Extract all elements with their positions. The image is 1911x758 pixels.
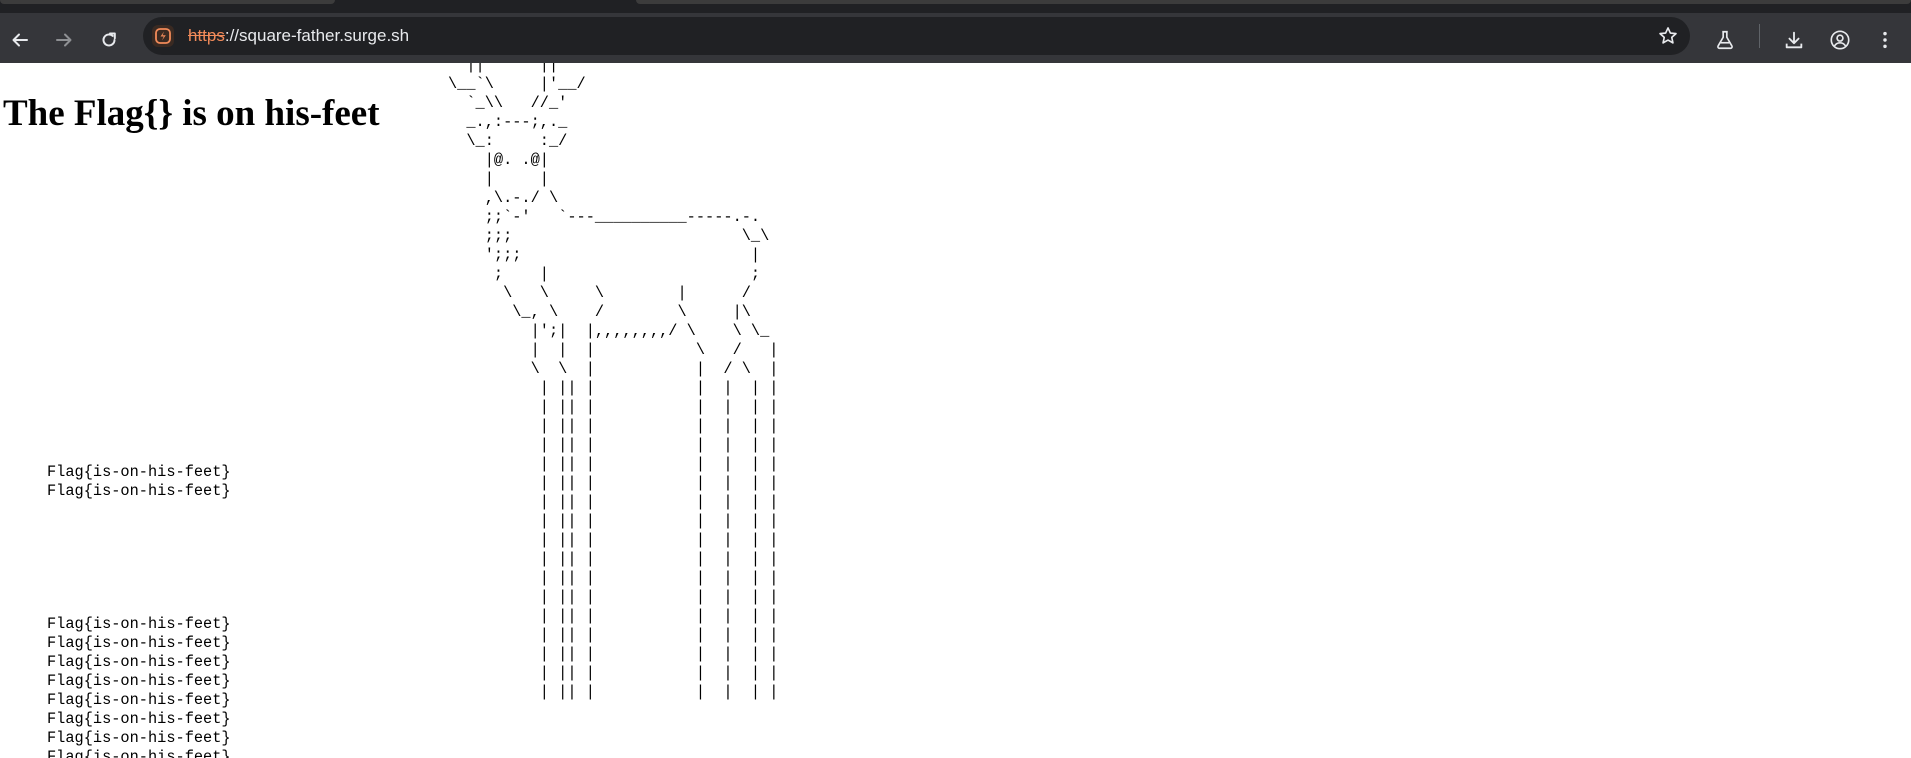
download-icon [1785, 31, 1803, 49]
flag-line: Flag{is-on-his-feet} [47, 615, 231, 633]
back-button[interactable] [2, 22, 38, 58]
inactive-tab-edge[interactable] [636, 0, 1911, 4]
flag-line: Flag{is-on-his-feet} [47, 729, 231, 747]
forward-button[interactable] [46, 22, 82, 58]
bookmark-button[interactable] [1656, 24, 1680, 48]
flag-line: Flag{is-on-his-feet} [47, 482, 231, 500]
star-icon [1659, 27, 1677, 44]
toolbar-divider [1759, 24, 1760, 48]
flag-spacer [47, 501, 231, 615]
arrow-right-icon [56, 33, 72, 47]
flag-line: Flag{is-on-his-feet} [47, 653, 231, 671]
reload-button[interactable] [91, 22, 127, 58]
address-bar[interactable]: https://square-father.surge.sh [143, 17, 1690, 55]
kebab-menu-icon [1883, 31, 1887, 49]
site-info-button[interactable] [152, 25, 174, 47]
flag-group-2: Flag{is-on-his-feet} Flag{is-on-his-feet}… [47, 615, 231, 758]
profile-button[interactable] [1822, 22, 1858, 58]
page-title: The Flag{} is on his-feet [3, 93, 380, 134]
url-host: ://square-father.surge.sh [224, 26, 410, 45]
url-scheme: https [188, 26, 225, 45]
flag-line: Flag{is-on-his-feet} [47, 672, 231, 690]
flag-line: Flag{is-on-his-feet} [47, 748, 231, 758]
active-tab-edge[interactable] [0, 0, 335, 4]
flag-line: Flag{is-on-his-feet} [47, 463, 231, 481]
flag-group-1: Flag{is-on-his-feet} Flag{is-on-his-feet} [47, 463, 231, 501]
flag-line: Flag{is-on-his-feet} [47, 634, 231, 652]
profile-icon [1830, 30, 1850, 50]
flag-line: Flag{is-on-his-feet} [47, 710, 231, 728]
flag-list: Flag{is-on-his-feet} Flag{is-on-his-feet}… [47, 463, 231, 758]
menu-button[interactable] [1867, 22, 1903, 58]
flask-icon [1717, 30, 1733, 50]
reload-icon [102, 32, 116, 47]
site-info-icon [155, 28, 171, 44]
tab-strip [0, 0, 1911, 13]
page-viewport: The Flag{} is on his-feet || || \__`\ |'… [0, 63, 1911, 758]
flag-line: Flag{is-on-his-feet} [47, 691, 231, 709]
arrow-left-icon [12, 33, 28, 47]
url-text[interactable]: https://square-father.surge.sh [188, 17, 409, 55]
deer-ascii-art: || || \__`\ |'__/ `_\\ //_' _.,:---;,._ … [448, 63, 779, 701]
download-button[interactable] [1776, 22, 1812, 58]
labs-button[interactable] [1707, 22, 1743, 58]
